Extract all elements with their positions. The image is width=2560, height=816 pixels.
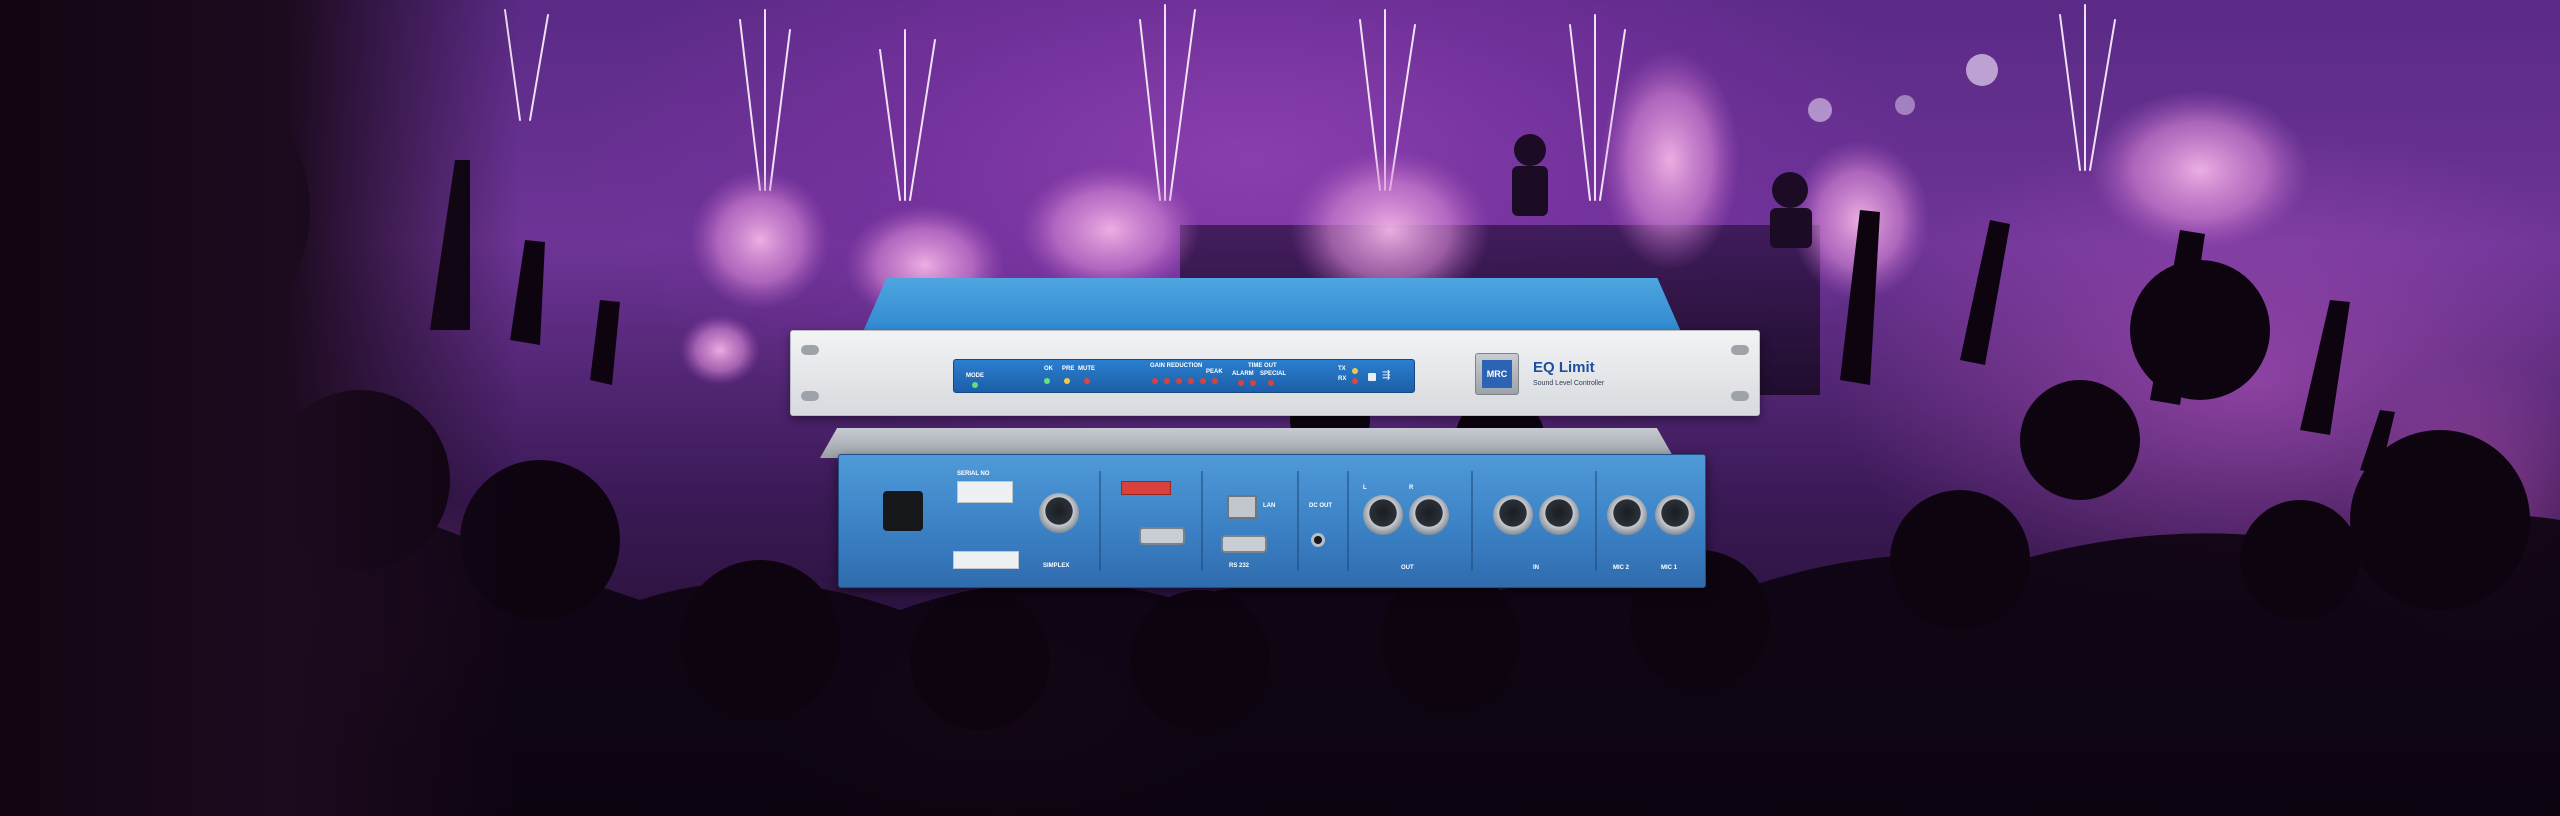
mic1-label: MIC 1 <box>1661 565 1678 571</box>
brand-subtitle: Sound Level Controller <box>1533 380 1605 387</box>
gain-reduction-led <box>1188 378 1194 384</box>
ok-label: OK <box>1044 366 1053 372</box>
panel-divider <box>1201 471 1203 571</box>
mrc-logo-text: MRC <box>1482 360 1512 388</box>
panel-divider <box>1297 471 1299 571</box>
front-unit-top-cover <box>862 278 1682 334</box>
rs232-connector <box>1139 527 1185 545</box>
special-led <box>1268 380 1274 386</box>
dc-out-label: DC OUT <box>1309 503 1332 509</box>
mode-led <box>972 382 978 388</box>
lan-label: LAN <box>1263 503 1276 509</box>
usb-icon: ⇶ <box>1382 370 1391 381</box>
panel-divider <box>1347 471 1349 571</box>
in-label: IN <box>1533 565 1539 571</box>
rack-ear-hole <box>801 391 819 401</box>
output-left-xlr <box>1363 495 1403 535</box>
input-left-xlr <box>1493 495 1533 535</box>
usb-port <box>1368 373 1376 381</box>
gain-reduction-led <box>1164 378 1170 384</box>
gain-reduction-led <box>1152 378 1158 384</box>
simplex-label: SIMPLEX <box>1043 563 1070 569</box>
mute-label: MUTE <box>1078 366 1095 372</box>
rs232-label: RS 232 <box>1229 563 1250 569</box>
rack-ear-hole <box>1731 391 1749 401</box>
front-indicator-strip: MODE OK PRE MUTE GAIN REDUCTION PEAK TIM… <box>953 359 1415 393</box>
rack-ear-hole <box>801 345 819 355</box>
warning-sticker <box>953 551 1019 569</box>
out-right-label: R <box>1409 485 1414 491</box>
peak-label: PEAK <box>1206 369 1223 375</box>
pre-label: PRE <box>1062 366 1075 372</box>
pre-led <box>1064 378 1070 384</box>
gain-reduction-label: GAIN REDUCTION <box>1150 363 1203 369</box>
tx-led <box>1352 368 1358 374</box>
rx-label: RX <box>1338 376 1347 382</box>
alarm-led <box>1238 380 1244 386</box>
alarm-label: ALARM <box>1232 371 1254 377</box>
panel-divider <box>1099 471 1101 571</box>
output-right-xlr <box>1409 495 1449 535</box>
gain-reduction-led <box>1200 378 1206 384</box>
gain-reduction-led <box>1176 378 1182 384</box>
power-inlet <box>883 491 923 531</box>
panel-divider <box>1595 471 1597 571</box>
eq-limit-device-image: MODE OK PRE MUTE GAIN REDUCTION PEAK TIM… <box>790 278 1760 588</box>
brand-name: EQ Limit <box>1533 359 1595 376</box>
mode-label: MODE <box>966 373 984 379</box>
left-vignette <box>0 0 520 816</box>
mic2-label: MIC 2 <box>1613 565 1630 571</box>
serial-number-sticker <box>957 481 1013 503</box>
dc-out-jack <box>1311 533 1325 547</box>
time-out-label: TIME OUT <box>1248 363 1277 369</box>
rx-led <box>1352 378 1358 384</box>
time-out-led <box>1250 380 1256 386</box>
rs232-port <box>1221 535 1267 553</box>
rear-panel: SERIAL NO SIMPLEX LAN RS 232 DC OUT L R … <box>838 454 1706 588</box>
input-right-xlr <box>1539 495 1579 535</box>
ok-led <box>1044 378 1050 384</box>
serial-label: SERIAL NO <box>957 471 990 477</box>
mic1-xlr <box>1655 495 1695 535</box>
lan-port <box>1227 495 1257 519</box>
mic2-xlr <box>1607 495 1647 535</box>
terminal-block <box>1121 481 1171 495</box>
mrc-logo: MRC <box>1475 353 1519 395</box>
tx-label: TX <box>1338 366 1346 372</box>
out-label: OUT <box>1401 565 1414 571</box>
rack-ear-hole <box>1731 345 1749 355</box>
front-panel: MODE OK PRE MUTE GAIN REDUCTION PEAK TIM… <box>790 330 1760 416</box>
out-left-label: L <box>1363 485 1367 491</box>
mute-led <box>1084 378 1090 384</box>
panel-divider <box>1471 471 1473 571</box>
concert-scene: MODE OK PRE MUTE GAIN REDUCTION PEAK TIM… <box>0 0 2560 816</box>
special-label: SPECIAL <box>1260 371 1287 377</box>
peak-led <box>1212 378 1218 384</box>
simplex-xlr-connector <box>1039 493 1079 533</box>
